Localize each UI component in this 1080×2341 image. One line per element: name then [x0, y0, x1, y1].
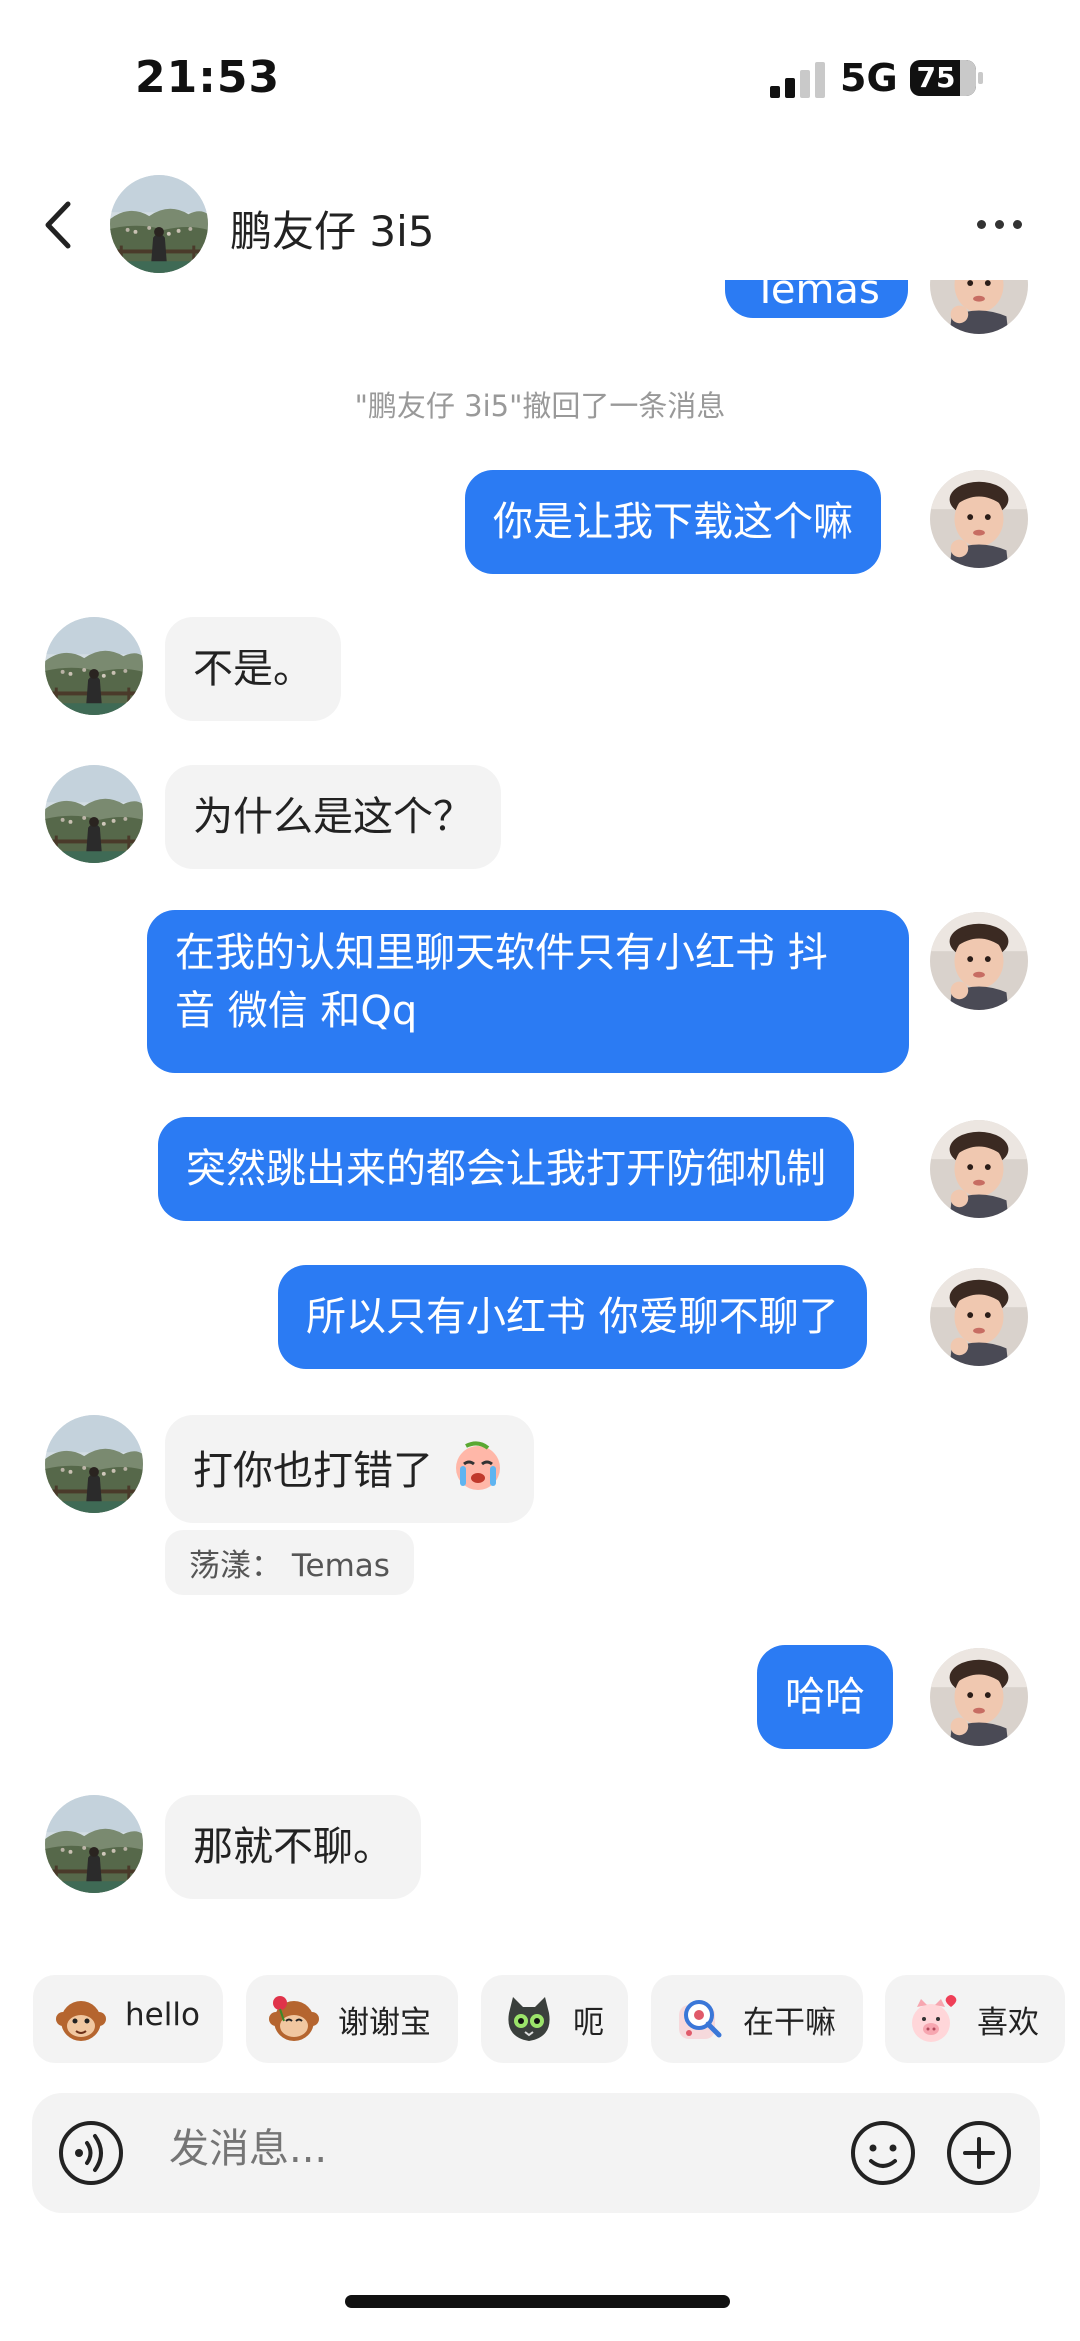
contact-name[interactable]: 鹏友仔 3i5	[230, 198, 434, 259]
contact-avatar[interactable]	[110, 175, 208, 273]
quick-reply-chip[interactable]: 谢谢宝	[246, 1975, 458, 2063]
chat-header: 鹏友仔 3i5	[0, 170, 1080, 280]
home-indicator[interactable]	[345, 2295, 730, 2308]
quick-reply-label: 在干嘛	[743, 2005, 836, 2041]
battery-cap	[978, 72, 983, 84]
status-time: 21:53	[135, 52, 281, 103]
my-avatar[interactable]	[930, 1268, 1028, 1366]
message-input-bar	[32, 2093, 1040, 2213]
monkey-sticker-icon	[56, 2001, 106, 2041]
search-sticker-icon	[679, 2000, 722, 2039]
monkey-rose-sticker-icon	[269, 1996, 319, 2041]
message-bubble-incoming[interactable]: 打你也打错了	[165, 1415, 534, 1523]
message-text: 哈哈	[785, 1674, 865, 1720]
emoji-button[interactable]	[849, 2119, 917, 2187]
contact-avatar[interactable]	[45, 617, 143, 715]
quick-reply-label: hello	[125, 1997, 200, 2033]
my-avatar[interactable]	[930, 470, 1028, 568]
recall-notice: "鹏友仔 3i5"撤回了一条消息	[354, 389, 726, 423]
message-text-line: 音 微信 和Qq	[175, 988, 418, 1034]
quick-reply-chip[interactable]: 呃	[481, 1975, 628, 2063]
message-bubble-incoming[interactable]: 那就不聊。	[165, 1795, 421, 1899]
message-bubble-incoming[interactable]: 不是。	[165, 617, 341, 721]
battery-level: 75	[916, 61, 956, 94]
quick-reply-chip[interactable]: hello	[33, 1975, 223, 2063]
smiley-icon	[851, 2121, 915, 2185]
message-text: 所以只有小红书 你爱聊不聊了	[306, 1294, 839, 1340]
message-input[interactable]	[167, 2125, 771, 2173]
plus-icon	[947, 2121, 1011, 2185]
quick-reply-label: 谢谢宝	[338, 2005, 431, 2041]
quick-reply-label: 呃	[573, 2005, 604, 2041]
battery-icon: 75	[910, 60, 976, 96]
more-dot-icon	[1013, 220, 1022, 229]
network-type: 5G	[840, 56, 898, 100]
quick-reply-chip[interactable]: 在干嘛	[651, 1975, 863, 2063]
message-list[interactable]: Temas "鹏友仔 3i5"撤回了一条消息 你是让我下载这个嘛 不是。 为什么…	[0, 280, 1080, 1950]
more-actions-button[interactable]	[945, 2119, 1013, 2187]
my-avatar[interactable]	[930, 1648, 1028, 1746]
my-avatar[interactable]	[930, 280, 1028, 334]
more-dot-icon	[995, 220, 1004, 229]
quick-reply-chip[interactable]: 喜欢	[885, 1975, 1065, 2063]
more-dot-icon	[977, 220, 986, 229]
back-button[interactable]	[30, 190, 90, 260]
quoted-reply[interactable]: 荡漾： Temas	[165, 1530, 414, 1595]
voice-icon	[59, 2121, 123, 2185]
contact-avatar[interactable]	[45, 1415, 143, 1513]
message-bubble-outgoing[interactable]: 突然跳出来的都会让我打开防御机制	[158, 1117, 854, 1221]
message-text: 那就不聊。	[193, 1824, 393, 1870]
message-text: 打你也打错了	[193, 1448, 433, 1494]
message-text: 你是让我下载这个嘛	[493, 499, 853, 545]
quick-reply-bar: hello 谢谢宝 呃 在干嘛 喜欢	[0, 1975, 1080, 2067]
message-text: Temas	[753, 280, 880, 313]
voice-input-button[interactable]	[57, 2119, 125, 2187]
message-bubble-outgoing[interactable]: Temas	[725, 280, 908, 318]
contact-avatar[interactable]	[45, 1795, 143, 1893]
message-text: 突然跳出来的都会让我打开防御机制	[186, 1146, 826, 1192]
my-avatar[interactable]	[930, 912, 1028, 1010]
cat-sticker-icon	[508, 1997, 550, 2041]
message-text: 不是。	[193, 646, 313, 692]
more-options-button[interactable]	[970, 200, 1030, 250]
chevron-left-icon	[45, 201, 71, 249]
contact-avatar[interactable]	[45, 765, 143, 863]
message-bubble-incoming[interactable]: 为什么是这个？	[165, 765, 501, 869]
message-text-line: 在我的认知里聊天软件只有小红书 抖	[175, 930, 828, 976]
quick-reply-label: 喜欢	[977, 2005, 1039, 2041]
pig-heart-sticker-icon	[912, 1995, 957, 2042]
message-bubble-outgoing[interactable]: 哈哈	[757, 1645, 893, 1749]
crying-face-icon	[455, 1441, 500, 1490]
message-bubble-outgoing[interactable]: 你是让我下载这个嘛	[465, 470, 881, 574]
message-bubble-outgoing[interactable]: 所以只有小红书 你爱聊不聊了	[278, 1265, 867, 1369]
cellular-signal-icon	[770, 62, 828, 98]
message-bubble-outgoing[interactable]: 在我的认知里聊天软件只有小红书 抖 音 微信 和Qq	[147, 910, 909, 1073]
status-bar: 21:53 5G 75	[0, 0, 1080, 150]
message-text: 为什么是这个？	[193, 794, 473, 840]
my-avatar[interactable]	[930, 1120, 1028, 1218]
